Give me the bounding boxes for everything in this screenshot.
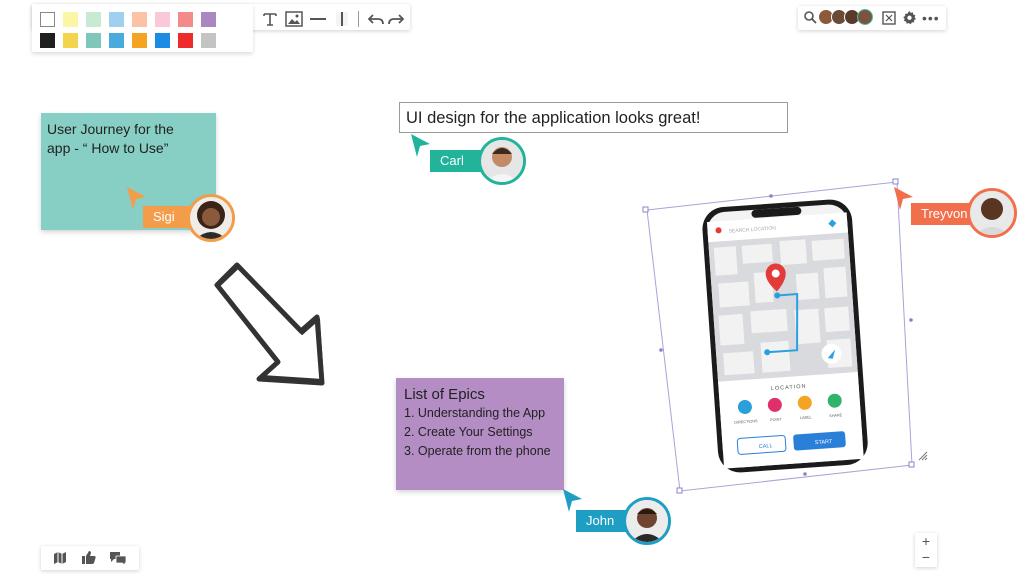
phone-mockup: SEARCH LOCATION LOCATION DIRECTIONS POIN… xyxy=(702,199,868,473)
phone-call-label: CALL xyxy=(759,443,773,450)
sticky-note-line: app - “ How to Use” xyxy=(47,140,169,156)
top-right-bar: ••• xyxy=(798,6,946,30)
phone-action-label: LABEL xyxy=(800,415,812,420)
resize-handle-icon xyxy=(918,451,928,461)
chat-icon[interactable] xyxy=(109,551,127,570)
more-icon[interactable]: ••• xyxy=(922,10,940,26)
sticky-note-title: List of Epics xyxy=(404,386,485,403)
color-swatch[interactable] xyxy=(109,33,124,48)
zoom-in-button[interactable]: + xyxy=(915,533,937,549)
bottom-left-toolbar xyxy=(41,546,139,570)
zoom-out-button[interactable]: − xyxy=(915,549,937,565)
sticky-note-text: User Journey for the app - “ How to Use” xyxy=(47,120,207,158)
carl-cursor-icon xyxy=(411,134,430,157)
text-icon[interactable] xyxy=(260,10,280,28)
color-swatch[interactable] xyxy=(109,12,124,27)
color-swatch[interactable] xyxy=(155,33,170,48)
phone-start-label: START xyxy=(815,439,834,446)
horizontal-line-icon[interactable] xyxy=(308,10,328,28)
color-swatch[interactable] xyxy=(201,33,216,48)
color-swatch[interactable] xyxy=(132,12,147,27)
sticky-note-line: User Journey for the xyxy=(47,121,174,137)
zoom-controls: + − xyxy=(915,533,937,567)
epic-item: 1. Understanding the App xyxy=(404,406,546,420)
color-swatch[interactable] xyxy=(132,33,147,48)
fit-screen-icon[interactable] xyxy=(882,11,896,30)
phone-action-label: POINT xyxy=(770,417,783,422)
redo-icon[interactable] xyxy=(386,10,406,28)
map-icon[interactable] xyxy=(53,551,67,570)
color-swatch[interactable] xyxy=(63,12,78,27)
color-swatch[interactable] xyxy=(40,12,55,27)
color-swatch[interactable] xyxy=(178,33,193,48)
epic-item: 2. Create Your Settings xyxy=(404,425,533,439)
color-swatch[interactable] xyxy=(155,12,170,27)
color-palette xyxy=(32,4,253,52)
color-swatch[interactable] xyxy=(201,12,216,27)
color-swatch[interactable] xyxy=(178,12,193,27)
epic-item: 3. Operate from the phone xyxy=(404,444,551,458)
text-box-comment[interactable]: UI design for the application looks grea… xyxy=(399,102,788,133)
color-swatch[interactable] xyxy=(63,33,78,48)
text-box-content: UI design for the application looks grea… xyxy=(406,109,701,127)
avatar xyxy=(623,497,671,545)
color-swatch[interactable] xyxy=(86,33,101,48)
color-swatch[interactable] xyxy=(40,33,55,48)
undo-icon[interactable] xyxy=(366,10,386,28)
collaborator-avatar[interactable] xyxy=(857,9,873,25)
toolbar-divider xyxy=(358,11,359,27)
image-icon[interactable] xyxy=(284,10,304,28)
search-icon[interactable] xyxy=(803,10,817,29)
settings-icon[interactable] xyxy=(902,10,917,30)
color-swatch[interactable] xyxy=(86,12,101,27)
avatar xyxy=(478,137,526,185)
thumbs-up-icon[interactable] xyxy=(81,550,97,570)
sticky-note-epics[interactable]: List of Epics 1. Understanding the App 2… xyxy=(396,378,564,490)
avatar xyxy=(967,188,1017,238)
hand-drawn-arrow xyxy=(214,262,325,386)
vertical-line-icon[interactable] xyxy=(332,10,352,28)
avatar xyxy=(187,194,235,242)
